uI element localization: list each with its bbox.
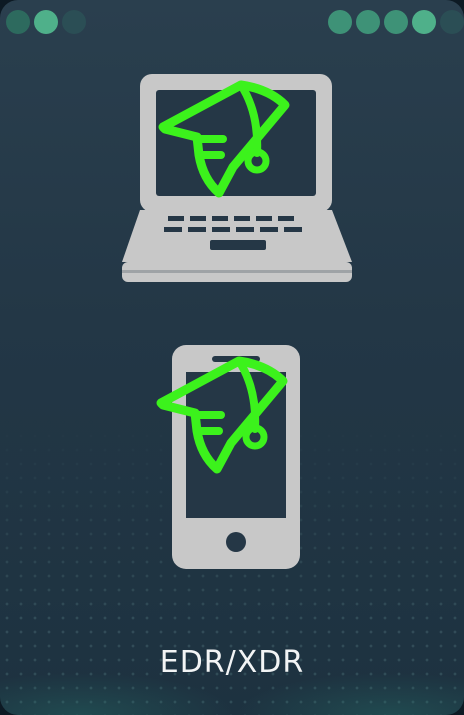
card-title: EDR/XDR bbox=[159, 645, 305, 680]
edr-xdr-card[interactable]: EDR/XDR bbox=[0, 0, 464, 715]
laptop-icon bbox=[122, 74, 352, 282]
devices-illustration bbox=[122, 74, 352, 569]
